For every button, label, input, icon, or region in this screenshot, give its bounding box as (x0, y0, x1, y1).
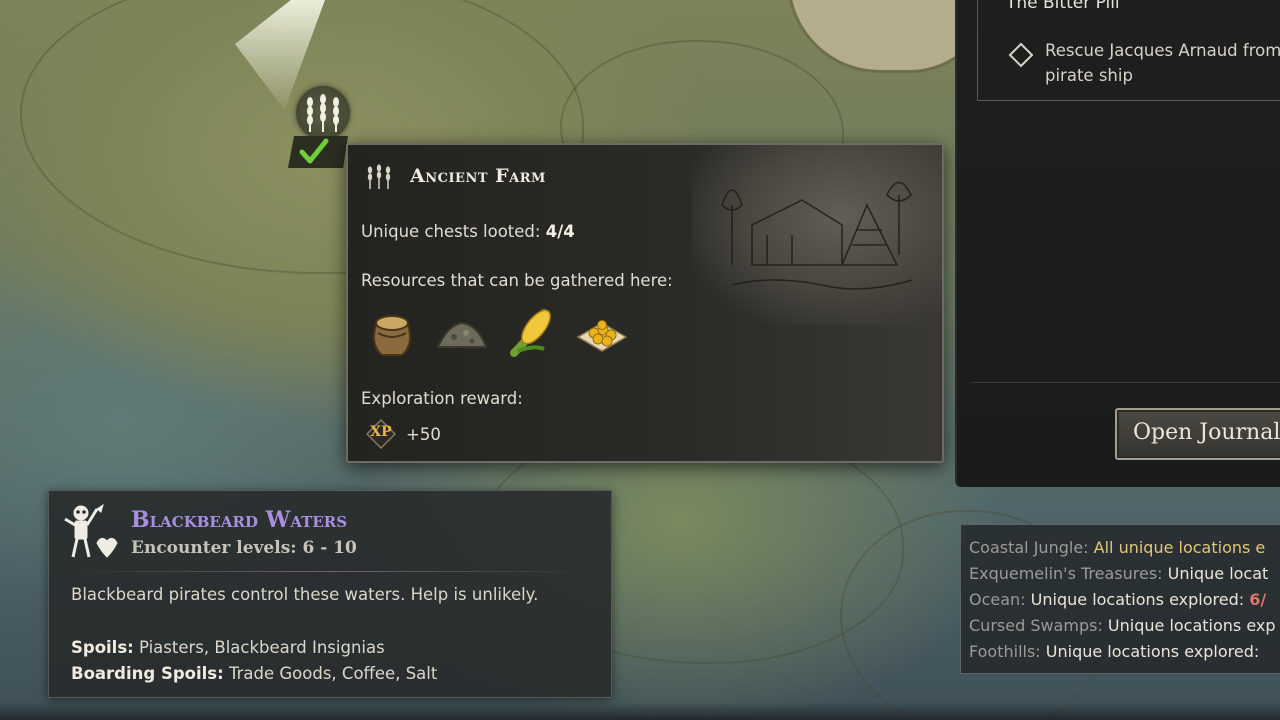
resources-list (364, 303, 630, 359)
summary-row-label: Cursed Swamps: (969, 616, 1103, 635)
spoils-label: Spoils: (71, 638, 134, 657)
fruit-crate-icon (576, 320, 628, 352)
grain-sack-icon (373, 315, 411, 356)
xp-value: +50 (406, 424, 441, 444)
spoils-value: Piasters, Blackbeard Insignias (139, 638, 385, 657)
tooltip-title: Ancient Farm (410, 165, 546, 187)
farm-illustration (692, 145, 942, 325)
chests-label: Unique chests looted: (361, 222, 541, 241)
quest-objective-line: Rescue Jacques Arnaud from ca (1045, 41, 1280, 60)
marker-check-plate (288, 136, 348, 168)
summary-row-count: 6/ (1249, 590, 1267, 609)
farm-sketch-icon (721, 181, 913, 290)
objective-diamond-icon (1008, 42, 1034, 68)
summary-row-value: All unique locations e (1093, 538, 1266, 557)
summary-row: Exquemelin's Treasures: Unique locat (969, 564, 1268, 583)
summary-row-label: Ocean: (969, 590, 1026, 609)
summary-row: Foothills: Unique locations explored: (969, 642, 1259, 661)
tooltip-header: Ancient Farm (362, 161, 546, 191)
summary-row-label: Exquemelin's Treasures: (969, 564, 1163, 583)
summary-row: Ocean: Unique locations explored: 6/ (969, 590, 1266, 609)
ancient-farm-marker[interactable] (288, 86, 352, 176)
region-divider (71, 571, 591, 572)
summary-row-value: Unique locations explored: (1045, 642, 1260, 661)
region-info-panel: Blackbeard Waters Encounter levels: 6 - … (48, 490, 612, 698)
region-name: Blackbeard Waters (131, 507, 348, 533)
region-description: Blackbeard pirates control these waters.… (71, 585, 539, 604)
xp-badge-icon: XP (366, 419, 396, 449)
spoils-line: Spoils: Piasters, Blackbeard Insignias (71, 638, 385, 657)
xp-badge-label: XP (370, 424, 392, 440)
quest-objective: Rescue Jacques Arnaud from ca pirate shi… (1045, 38, 1280, 88)
boarding-spoils-value: Trade Goods, Coffee, Salt (228, 664, 438, 683)
quest-title: The Bitter Pill (1006, 0, 1120, 13)
marker-bubble (296, 86, 350, 140)
exploration-summary: Coastal Jungle: All unique locations e E… (960, 524, 1280, 674)
summary-row: Coastal Jungle: All unique locations e (969, 538, 1265, 557)
summary-row-label: Coastal Jungle: (969, 538, 1089, 557)
screen-bottom-shade (0, 702, 1280, 720)
jolly-roger-icon (64, 503, 118, 558)
corn-icon (510, 309, 551, 357)
open-journal-button[interactable]: Open Journal (1115, 408, 1280, 460)
boarding-spoils-line: Boarding Spoils: Trade Goods, Coffee, Sa… (71, 664, 437, 683)
quest-objective-line: pirate ship (1045, 66, 1133, 85)
chests-value: 4/4 (545, 222, 575, 241)
journal-divider (971, 382, 1280, 383)
summary-row-value: Unique locations exp (1107, 616, 1276, 635)
wheat-icon (367, 164, 391, 189)
reward-label: Exploration reward: (361, 389, 523, 408)
resources-label: Resources that can be gathered here: (361, 271, 673, 290)
location-tooltip: Ancient Farm Unique chests looted: 4/4 R… (346, 143, 944, 463)
ore-pile-icon (436, 321, 488, 348)
reward-row: XP +50 (366, 419, 441, 449)
checkmark-icon (299, 138, 329, 164)
encounter-levels: Encounter levels: 6 - 10 (131, 538, 357, 558)
region-header: Blackbeard Waters Encounter levels: 6 - … (49, 491, 611, 571)
chests-line: Unique chests looted: 4/4 (361, 222, 575, 241)
summary-row-label: Foothills: (969, 642, 1041, 661)
wheat-icon (307, 94, 339, 132)
summary-row-value: Unique locations explored: (1030, 590, 1245, 609)
quest-entry[interactable]: The Bitter Pill Rescue Jacques Arnaud fr… (977, 0, 1280, 101)
boarding-spoils-label: Boarding Spoils: (71, 664, 224, 683)
summary-row-value: Unique locat (1167, 564, 1269, 583)
summary-row: Cursed Swamps: Unique locations exp (969, 616, 1276, 635)
